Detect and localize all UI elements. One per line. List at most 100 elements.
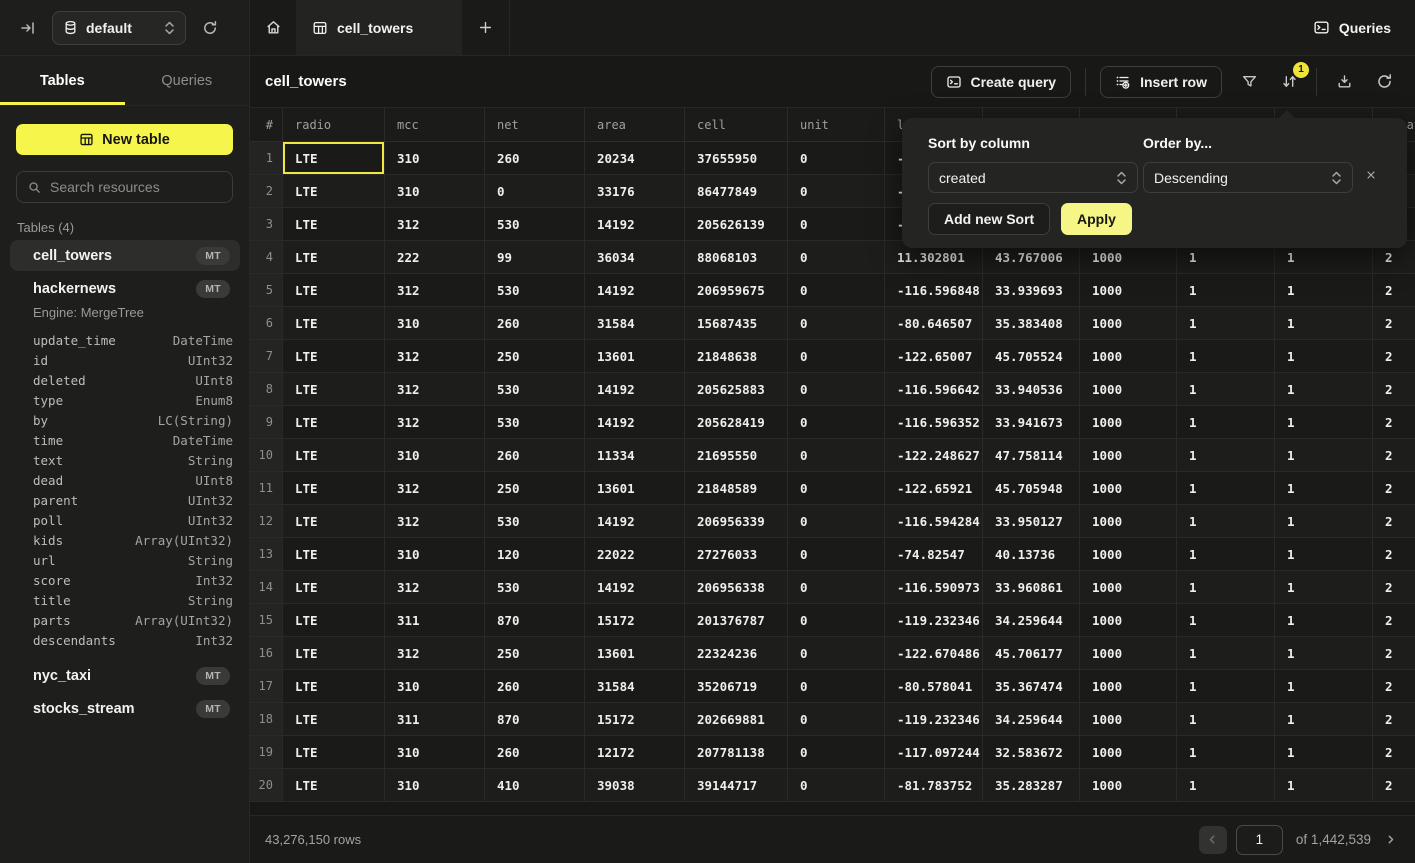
table-cell[interactable]: 310 [385, 175, 485, 208]
table-cell[interactable]: 2 [1373, 736, 1415, 769]
table-cell[interactable]: LTE [283, 538, 385, 571]
table-cell[interactable]: 2 [1373, 439, 1415, 472]
table-cell[interactable]: 1000 [1080, 406, 1177, 439]
table-cell[interactable]: 27276033 [685, 538, 788, 571]
new-table-button[interactable]: New table [16, 124, 233, 155]
table-cell[interactable]: 14192 [585, 406, 685, 439]
column-header-radio[interactable]: radio [283, 108, 385, 141]
table-cell[interactable]: 530 [485, 274, 585, 307]
table-cell[interactable]: 2 [1373, 670, 1415, 703]
sort-order-select[interactable]: Descending [1143, 162, 1353, 193]
database-selector[interactable]: default [52, 11, 186, 45]
table-cell[interactable]: 34.259644 [983, 703, 1080, 736]
table-cell[interactable]: 312 [385, 274, 485, 307]
table-cell[interactable]: 530 [485, 208, 585, 241]
table-cell[interactable]: -81.783752 [885, 769, 983, 802]
table-cell[interactable]: 1000 [1080, 505, 1177, 538]
table-cell[interactable]: 312 [385, 340, 485, 373]
sort-column-select[interactable]: created [928, 162, 1138, 193]
table-cell[interactable]: 1 [1275, 340, 1373, 373]
table-cell[interactable]: 0 [788, 307, 885, 340]
table-cell[interactable]: -116.596642 [885, 373, 983, 406]
table-cell[interactable]: 14192 [585, 373, 685, 406]
new-tab-button[interactable] [462, 0, 510, 55]
table-cell[interactable]: 22022 [585, 538, 685, 571]
table-cell[interactable]: 1000 [1080, 538, 1177, 571]
table-cell[interactable]: 1000 [1080, 274, 1177, 307]
table-cell[interactable]: 2 [1373, 373, 1415, 406]
table-cell[interactable]: -119.232346 [885, 604, 983, 637]
table-cell[interactable]: -117.097244 [885, 736, 983, 769]
table-cell[interactable]: 1000 [1080, 604, 1177, 637]
table-cell[interactable]: 0 [788, 175, 885, 208]
table-cell[interactable]: LTE [283, 505, 385, 538]
apply-sort-button[interactable]: Apply [1061, 203, 1132, 235]
table-cell[interactable]: 1 [1275, 703, 1373, 736]
create-query-button[interactable]: Create query [931, 66, 1072, 98]
table-cell[interactable]: 2 [1373, 307, 1415, 340]
table-cell[interactable]: 1 [1177, 439, 1275, 472]
table-cell[interactable]: 39144717 [685, 769, 788, 802]
table-cell[interactable]: 0 [788, 637, 885, 670]
table-cell[interactable]: 202669881 [685, 703, 788, 736]
table-cell[interactable]: 530 [485, 571, 585, 604]
table-cell[interactable]: 1 [1177, 769, 1275, 802]
table-cell[interactable]: 39038 [585, 769, 685, 802]
sidebar-item-cell-towers[interactable]: cell_towers MT [10, 240, 240, 271]
table-cell[interactable]: 0 [788, 472, 885, 505]
table-cell[interactable]: 311 [385, 604, 485, 637]
table-cell[interactable]: -116.594284 [885, 505, 983, 538]
table-cell[interactable]: 0 [788, 373, 885, 406]
table-cell[interactable]: 312 [385, 406, 485, 439]
table-cell[interactable]: 310 [385, 142, 485, 175]
table-cell[interactable]: 37655950 [685, 142, 788, 175]
table-cell[interactable]: -80.578041 [885, 670, 983, 703]
insert-row-button[interactable]: Insert row [1100, 66, 1222, 98]
table-cell[interactable]: 1 [1275, 307, 1373, 340]
table-cell[interactable]: 1 [1177, 373, 1275, 406]
table-cell[interactable]: -116.596848 [885, 274, 983, 307]
table-cell[interactable]: 260 [485, 736, 585, 769]
search-input[interactable] [50, 179, 210, 195]
table-cell[interactable]: 311 [385, 703, 485, 736]
table-cell[interactable]: 222 [385, 241, 485, 274]
table-cell[interactable]: -116.590973 [885, 571, 983, 604]
table-cell[interactable]: LTE [283, 736, 385, 769]
table-cell[interactable]: -116.596352 [885, 406, 983, 439]
table-cell[interactable]: 34.259644 [983, 604, 1080, 637]
column-header-mcc[interactable]: mcc [385, 108, 485, 141]
table-cell[interactable]: 13601 [585, 472, 685, 505]
table-cell[interactable]: 35.367474 [983, 670, 1080, 703]
table-cell[interactable]: 530 [485, 505, 585, 538]
table-cell[interactable]: 1000 [1080, 703, 1177, 736]
table-cell[interactable]: 2 [1373, 604, 1415, 637]
table-cell[interactable]: 206959675 [685, 274, 788, 307]
table-cell[interactable]: 14192 [585, 571, 685, 604]
remove-sort-icon[interactable] [1365, 169, 1377, 181]
table-cell[interactable]: 0 [788, 241, 885, 274]
table-cell[interactable]: 205625883 [685, 373, 788, 406]
table-cell[interactable]: 22324236 [685, 637, 788, 670]
table-cell[interactable]: 33.939693 [983, 274, 1080, 307]
table-cell[interactable]: 1 [1275, 670, 1373, 703]
table-cell[interactable]: 1000 [1080, 439, 1177, 472]
table-cell[interactable]: LTE [283, 604, 385, 637]
table-cell[interactable]: 1 [1275, 406, 1373, 439]
table-cell[interactable]: 0 [788, 769, 885, 802]
table-cell[interactable]: 1000 [1080, 472, 1177, 505]
column-header-net[interactable]: net [485, 108, 585, 141]
table-cell[interactable]: 15172 [585, 703, 685, 736]
table-cell[interactable]: 205628419 [685, 406, 788, 439]
table-cell[interactable]: LTE [283, 373, 385, 406]
table-cell[interactable]: 32.583672 [983, 736, 1080, 769]
table-cell[interactable]: 88068103 [685, 241, 788, 274]
table-cell[interactable]: 1 [1275, 736, 1373, 769]
table-cell[interactable]: 2 [1373, 538, 1415, 571]
table-cell[interactable]: 0 [788, 538, 885, 571]
table-cell[interactable]: LTE [283, 142, 385, 175]
table-cell[interactable]: 250 [485, 472, 585, 505]
table-cell[interactable]: 0 [788, 208, 885, 241]
table-cell[interactable]: 2 [1373, 769, 1415, 802]
table-cell[interactable]: 310 [385, 769, 485, 802]
table-cell[interactable]: LTE [283, 472, 385, 505]
